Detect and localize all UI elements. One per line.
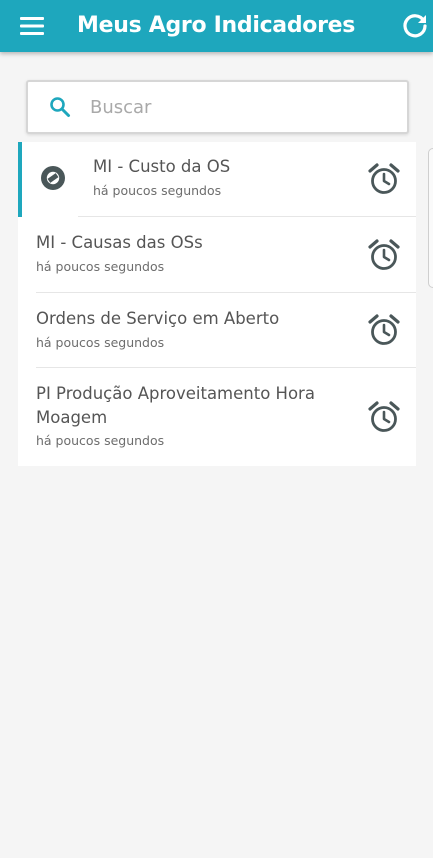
list-item-title: MI - Custo da OS — [93, 157, 231, 176]
list-item-title: MI - Causas das OSs — [36, 233, 203, 252]
indicator-list: MI - Custo da OS há poucos segundos MI -… — [18, 142, 416, 466]
refresh-button[interactable] — [399, 10, 431, 42]
app-bar: Meus Agro Indicadores — [0, 0, 433, 52]
alarm-clock-icon[interactable] — [367, 162, 401, 196]
list-item-pi-producao[interactable]: PI Produção Aproveitamento Hora Moagem h… — [18, 368, 416, 466]
search-input[interactable] — [88, 88, 392, 126]
refresh-icon — [403, 14, 427, 38]
search-bar — [26, 80, 409, 134]
alarm-clock-icon[interactable] — [367, 313, 401, 347]
alarm-clock-icon[interactable] — [367, 400, 401, 434]
list-item-ordens-de-servico[interactable]: Ordens de Serviço em Aberto há poucos se… — [18, 293, 416, 368]
scroll-handle[interactable] — [428, 148, 433, 288]
menu-button[interactable] — [18, 12, 46, 40]
list-item-timestamp: há poucos segundos — [36, 259, 165, 274]
selected-indicator — [18, 142, 22, 217]
app-logo-icon — [41, 166, 65, 190]
list-item-title-line-1: PI Produção Aproveitamento Hora — [36, 384, 315, 403]
list-item-timestamp: há poucos segundos — [93, 183, 222, 198]
list-item-title: Ordens de Serviço em Aberto — [36, 309, 280, 328]
menu-icon — [20, 17, 44, 35]
list-item-title-line-2: Moagem — [36, 408, 108, 427]
alarm-clock-icon[interactable] — [367, 238, 401, 272]
list-item-timestamp: há poucos segundos — [36, 433, 165, 448]
search-icon — [50, 97, 70, 117]
list-item-mi-custo-da-os[interactable]: MI - Custo da OS há poucos segundos — [18, 142, 416, 217]
list-item-mi-causas-das-oss[interactable]: MI - Causas das OSs há poucos segundos — [18, 217, 416, 292]
list-item-timestamp: há poucos segundos — [36, 335, 165, 350]
page-title: Meus Agro Indicadores — [77, 13, 356, 38]
